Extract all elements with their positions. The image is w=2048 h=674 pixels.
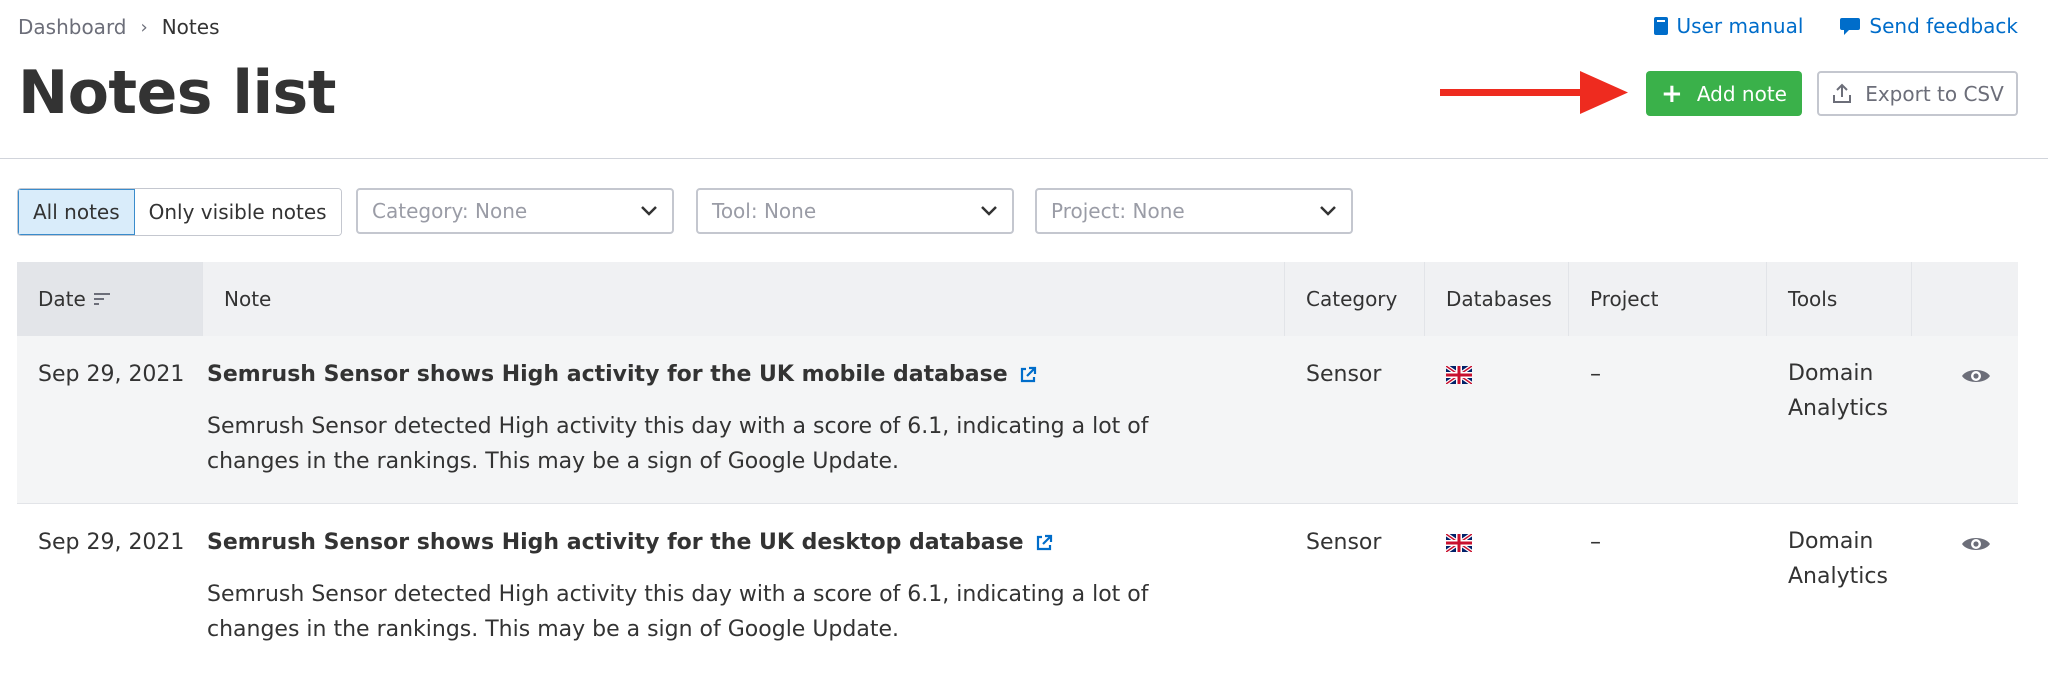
send-feedback-label: Send feedback: [1869, 14, 2018, 38]
external-link-icon[interactable]: [1034, 533, 1054, 553]
user-manual-link[interactable]: User manual: [1653, 14, 1804, 38]
column-date-label: Date: [38, 287, 86, 311]
row-visibility: [1912, 504, 2018, 674]
eye-icon[interactable]: [1961, 534, 1991, 554]
row-visibility: [1912, 336, 2018, 503]
red-arrow-annotation: [1440, 71, 1628, 114]
add-note-label: Add note: [1696, 81, 1787, 106]
chevron-down-icon: [1320, 206, 1336, 216]
header-divider: [0, 158, 2048, 159]
row-tools-line: Analytics: [1788, 564, 1888, 589]
plus-icon: +: [1661, 78, 1683, 109]
breadcrumb-current: Notes: [161, 15, 220, 39]
note-description-line: Semrush Sensor detected High activity th…: [207, 582, 1149, 607]
breadcrumb-dashboard-link[interactable]: Dashboard: [18, 15, 127, 39]
column-tools: Tools: [1767, 262, 1912, 336]
project-select-value: Project: None: [1051, 199, 1185, 223]
export-csv-button[interactable]: Export to CSV: [1817, 71, 2018, 116]
top-links: User manual Send feedback: [1653, 14, 2018, 38]
column-project: Project: [1569, 262, 1767, 336]
export-csv-label: Export to CSV: [1865, 81, 2004, 106]
send-feedback-link[interactable]: Send feedback: [1839, 14, 2018, 38]
row-note: Semrush Sensor shows High activity for t…: [203, 504, 1285, 674]
row-tools-line: Analytics: [1788, 396, 1888, 421]
row-tools-line: Domain: [1788, 529, 1874, 554]
only-visible-notes-option[interactable]: Only visible notes: [134, 189, 341, 235]
notes-table: Date Note Category Databases Project Too…: [17, 262, 2018, 674]
book-icon: [1653, 17, 1668, 35]
speech-bubble-icon: [1840, 18, 1861, 35]
uk-flag-icon: [1446, 534, 1472, 552]
column-visibility: [1912, 262, 2018, 336]
chevron-down-icon: [641, 206, 657, 216]
user-manual-label: User manual: [1676, 14, 1804, 38]
row-tools: Domain Analytics: [1767, 336, 1912, 503]
breadcrumb: Dashboard › Notes: [18, 15, 219, 39]
category-select[interactable]: Category: None: [356, 188, 674, 234]
export-icon: [1833, 83, 1852, 103]
row-category: Sensor: [1306, 362, 1382, 387]
row-tools-text: Domain Analytics: [1788, 524, 1912, 594]
tool-select[interactable]: Tool: None: [696, 188, 1014, 234]
note-title-text: Semrush Sensor shows High activity for t…: [207, 362, 1008, 387]
all-notes-option[interactable]: All notes: [18, 189, 135, 235]
add-note-button[interactable]: + Add note: [1646, 71, 1802, 116]
breadcrumb-separator: ›: [140, 16, 148, 38]
note-description-line: Semrush Sensor detected High activity th…: [207, 414, 1149, 439]
row-tools-line: Domain: [1788, 361, 1874, 386]
table-header: Date Note Category Databases Project Too…: [17, 262, 2018, 336]
eye-icon[interactable]: [1961, 366, 1991, 386]
tool-select-value: Tool: None: [712, 199, 817, 223]
note-title-text: Semrush Sensor shows High activity for t…: [207, 530, 1024, 555]
row-project: –: [1590, 530, 1601, 555]
page-title: Notes list: [18, 58, 336, 128]
column-date[interactable]: Date: [17, 262, 203, 336]
note-description-line: changes in the rankings. This may be a s…: [207, 449, 900, 474]
row-database: [1425, 336, 1569, 503]
row-category: Sensor: [1306, 530, 1382, 555]
note-description: Semrush Sensor detected High activity th…: [207, 577, 1245, 647]
note-title: Semrush Sensor shows High activity for t…: [207, 530, 1245, 555]
row-database: [1425, 504, 1569, 674]
project-select[interactable]: Project: None: [1035, 188, 1353, 234]
row-date: Sep 29, 2021: [38, 362, 185, 387]
table-row: Sep 29, 2021 Semrush Sensor shows High a…: [17, 504, 2018, 674]
chevron-down-icon: [981, 206, 997, 216]
visibility-toggle: All notes Only visible notes: [17, 188, 342, 236]
note-description-line: changes in the rankings. This may be a s…: [207, 617, 900, 642]
column-databases: Databases: [1425, 262, 1569, 336]
column-category: Category: [1285, 262, 1425, 336]
row-note: Semrush Sensor shows High activity for t…: [203, 336, 1285, 503]
row-date: Sep 29, 2021: [38, 530, 185, 555]
row-tools-text: Domain Analytics: [1788, 356, 1912, 426]
column-note: Note: [203, 262, 1285, 336]
note-title: Semrush Sensor shows High activity for t…: [207, 362, 1245, 387]
table-row: Sep 29, 2021 Semrush Sensor shows High a…: [17, 336, 2018, 504]
note-description: Semrush Sensor detected High activity th…: [207, 409, 1245, 479]
row-tools: Domain Analytics: [1767, 504, 1912, 674]
row-project: –: [1590, 362, 1601, 387]
uk-flag-icon: [1446, 366, 1472, 384]
sort-icon[interactable]: [93, 291, 112, 307]
external-link-icon[interactable]: [1018, 365, 1038, 385]
category-select-value: Category: None: [372, 199, 528, 223]
